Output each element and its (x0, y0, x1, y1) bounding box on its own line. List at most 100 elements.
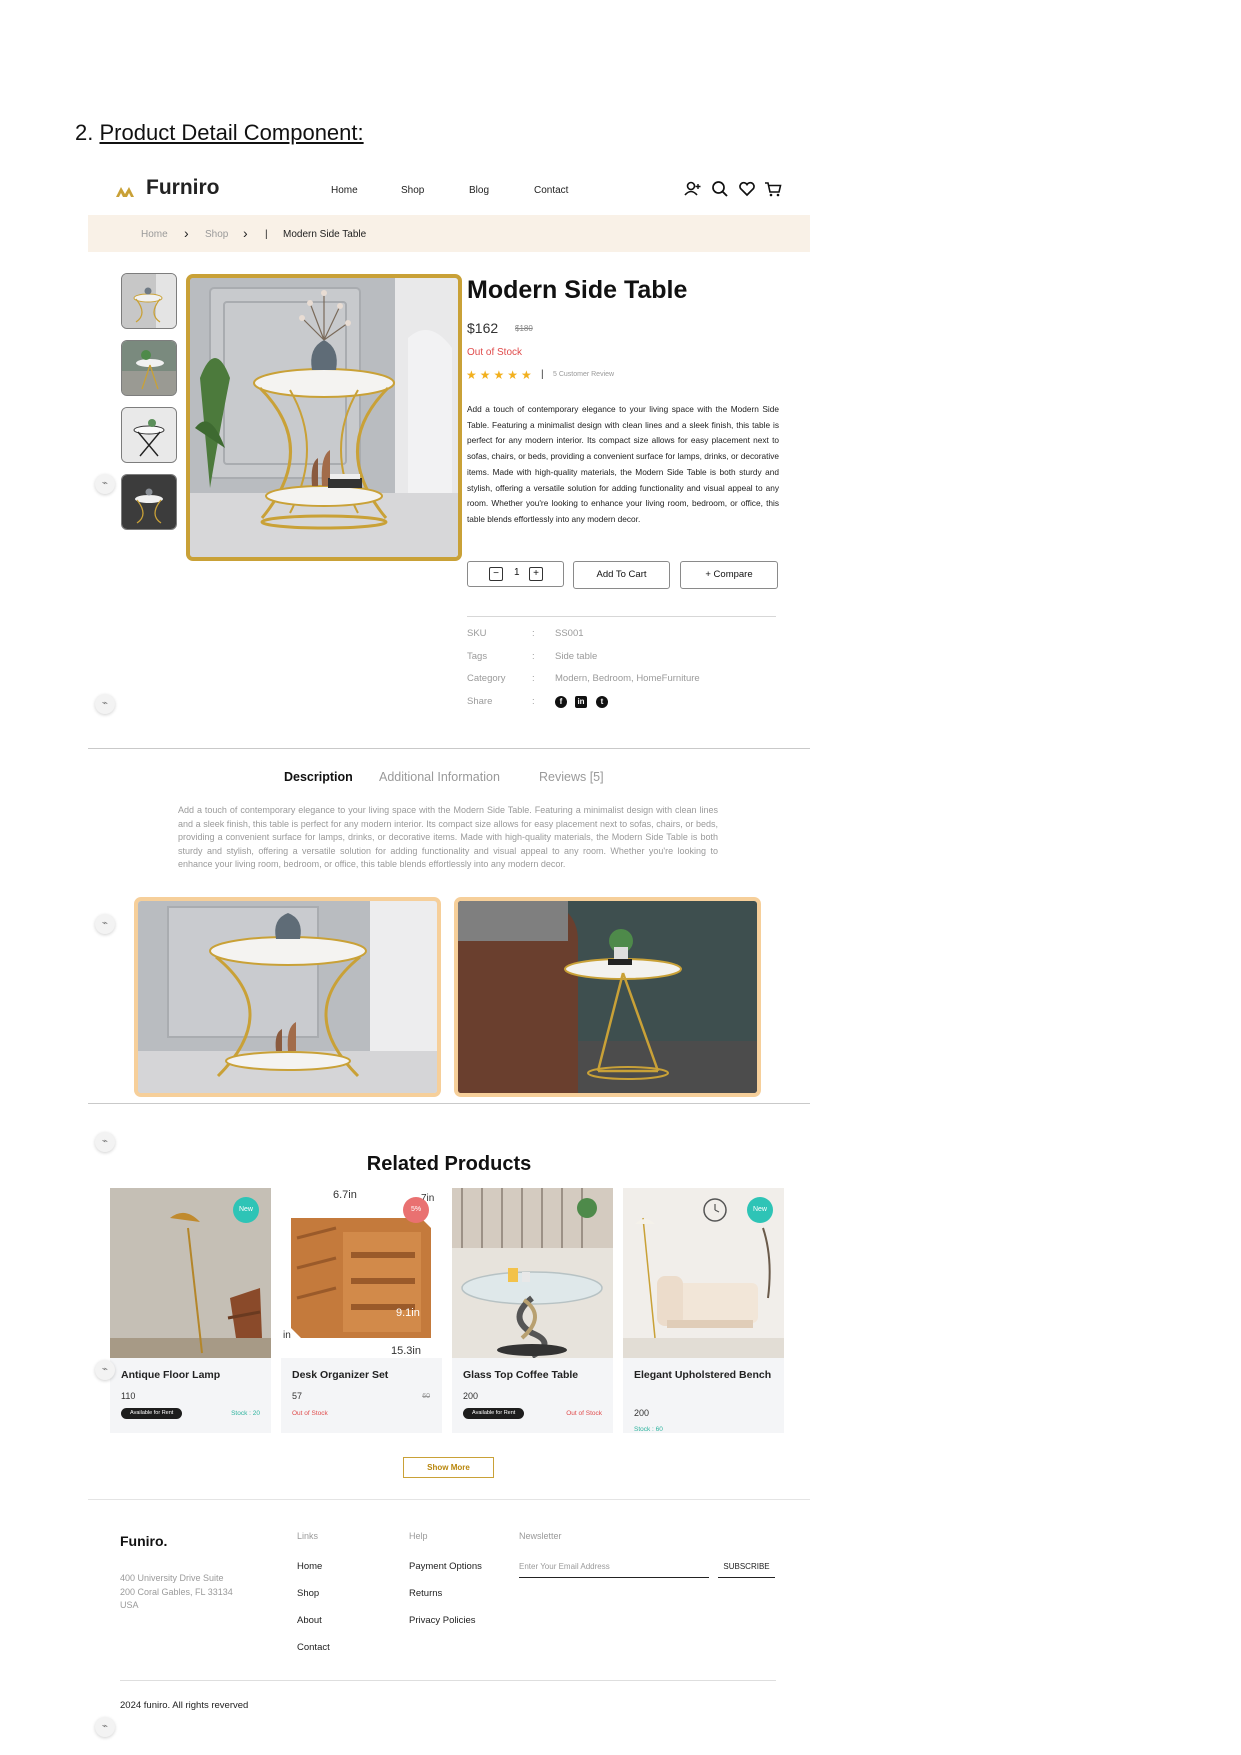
customer-review-count[interactable]: 5 Customer Review (553, 371, 614, 378)
tab-reviews[interactable]: Reviews [5] (539, 770, 604, 784)
available-for-rent-badge: Available for Rent (121, 1408, 183, 1419)
colon: : (532, 696, 535, 707)
breadcrumb-divider: | (265, 229, 268, 240)
compare-button[interactable]: + Compare (680, 561, 778, 589)
floating-action-icon[interactable]: ⌁ (95, 474, 115, 494)
product-name[interactable]: Elegant Upholstered Bench (634, 1367, 779, 1383)
thumbnail-2[interactable] (121, 340, 177, 396)
divider (467, 616, 776, 617)
colon: : (532, 673, 535, 684)
new-badge: New (233, 1197, 259, 1223)
nav-home[interactable]: Home (331, 185, 358, 196)
product-name[interactable]: Desk Organizer Set (292, 1367, 437, 1383)
copyright-text: 2024 funiro. All rights reverved (120, 1700, 249, 1711)
product-card[interactable]: 6.7in 9.1in 15.3in in 7in 5% Desk Organi… (281, 1188, 442, 1433)
qty-plus-button[interactable]: + (529, 567, 543, 581)
product-old-price: 60 (422, 1393, 430, 1400)
footer-link-home[interactable]: Home (297, 1561, 322, 1572)
colon: : (532, 651, 535, 662)
dimension-label: in (283, 1330, 291, 1341)
footer-link-contact[interactable]: Contact (297, 1642, 330, 1653)
product-card[interactable]: New Antique Floor Lamp 110 Available for… (110, 1188, 271, 1433)
tab-description[interactable]: Description (284, 770, 353, 784)
related-products-title: Related Products (366, 1153, 532, 1175)
footer-link-returns[interactable]: Returns (409, 1588, 442, 1599)
floating-action-icon[interactable]: ⌁ (95, 694, 115, 714)
document-heading: 2. Product Detail Component: (75, 120, 364, 146)
address-line: USA (120, 1600, 139, 1610)
account-icon[interactable] (684, 180, 702, 198)
breadcrumb-shop[interactable]: Shop (205, 229, 228, 240)
facebook-icon[interactable]: f (555, 696, 567, 708)
nav-blog[interactable]: Blog (469, 185, 489, 196)
colon: : (532, 628, 535, 639)
product-description: Add a touch of contemporary elegance to … (467, 404, 779, 524)
footer-link-about[interactable]: About (297, 1615, 322, 1626)
search-icon[interactable] (711, 180, 729, 198)
thumbnail-3[interactable] (121, 407, 177, 463)
product-price: $162 (467, 320, 499, 336)
product-name[interactable]: Glass Top Coffee Table (463, 1367, 608, 1383)
breadcrumb-home[interactable]: Home (141, 229, 168, 240)
product-old-price: $180 (515, 324, 533, 333)
footer-divider (120, 1680, 776, 1681)
product-price: 200 (634, 1408, 650, 1418)
product-name[interactable]: Antique Floor Lamp (121, 1367, 266, 1383)
product-card[interactable]: New Elegant Upholstered Bench 200 Stock … (623, 1188, 784, 1433)
floating-action-icon[interactable]: ⌁ (95, 914, 115, 934)
stock-status: Out of Stock (292, 1410, 328, 1417)
subscribe-button[interactable]: SUBSCRIBE (718, 1557, 775, 1578)
available-for-rent-badge: Available for Rent (463, 1408, 525, 1419)
product-price: 200 (463, 1391, 479, 1401)
stock-count: Stock : 20 (231, 1410, 260, 1417)
product-price: 110 (121, 1391, 136, 1401)
cart-icon[interactable] (764, 180, 782, 198)
star-icon: ★★★★★ (466, 368, 535, 382)
thumbnail-1[interactable] (121, 273, 177, 329)
discount-badge: 5% (403, 1197, 429, 1223)
footer-brand[interactable]: Funiro. (120, 1533, 167, 1549)
tab-additional-information[interactable]: Additional Information (379, 770, 500, 784)
floating-action-icon[interactable]: ⌁ (95, 1717, 115, 1737)
description-image-1 (134, 897, 441, 1097)
heading-number: 2. (75, 120, 94, 145)
footer-link-payment-options[interactable]: Payment Options (409, 1561, 482, 1572)
add-to-cart-button[interactable]: Add To Cart (573, 561, 670, 589)
category-label: Category (467, 673, 506, 684)
dimension-label: 15.3in (391, 1345, 421, 1357)
nav-shop[interactable]: Shop (401, 185, 424, 196)
product-main-image (186, 274, 462, 561)
new-badge: New (747, 1197, 773, 1223)
category-value: Modern, Bedroom, HomeFurniture (555, 673, 700, 684)
quantity-stepper[interactable]: − 1 + (467, 561, 564, 587)
floating-action-icon[interactable]: ⌁ (95, 1360, 115, 1380)
footer-link-privacy-policies[interactable]: Privacy Policies (409, 1615, 476, 1626)
linkedin-icon[interactable]: in (575, 696, 587, 708)
review-separator: | (541, 369, 544, 380)
stock-count: Stock : 60 (634, 1426, 663, 1433)
tags-value: Side table (555, 651, 598, 662)
brand-logo-text[interactable]: Furniro (146, 176, 220, 200)
chevron-right-icon: › (243, 225, 248, 241)
qty-minus-button[interactable]: − (489, 567, 503, 581)
share-label: Share (467, 696, 493, 707)
product-title: Modern Side Table (467, 276, 688, 304)
footer-newsletter-heading: Newsletter (519, 1531, 562, 1541)
section-divider (88, 1103, 810, 1104)
twitter-icon[interactable]: t (596, 696, 608, 708)
quantity-value[interactable]: 1 (514, 567, 520, 578)
newsletter-email-input[interactable]: Enter Your Email Address (519, 1557, 709, 1578)
nav-contact[interactable]: Contact (534, 185, 568, 196)
floating-action-icon[interactable]: ⌁ (95, 1132, 115, 1152)
address-line: 400 University Drive Suite (120, 1573, 224, 1583)
footer-link-shop[interactable]: Shop (297, 1588, 319, 1599)
product-image (452, 1188, 613, 1358)
thumbnail-4[interactable] (121, 474, 177, 530)
furniro-logo-icon[interactable] (116, 185, 134, 197)
show-more-button[interactable]: Show More (403, 1457, 494, 1478)
footer-links-heading: Links (297, 1531, 319, 1541)
heading-text: Product Detail Component: (99, 120, 364, 145)
breadcrumb-current: Modern Side Table (283, 229, 367, 240)
heart-icon[interactable] (738, 180, 756, 198)
product-card[interactable]: Glass Top Coffee Table 200 Available for… (452, 1188, 613, 1433)
